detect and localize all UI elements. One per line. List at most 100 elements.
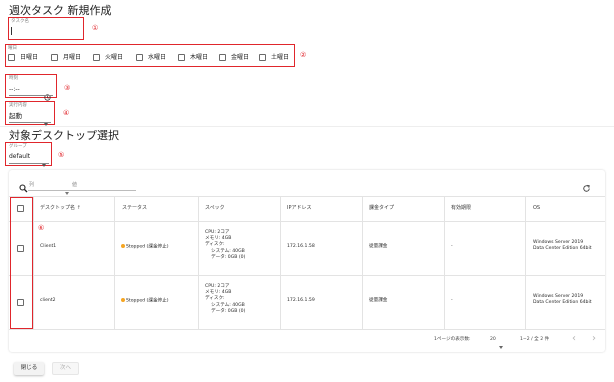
column-divider (525, 196, 526, 329)
next-button[interactable]: 次へ (52, 362, 79, 375)
checkbox[interactable] (178, 53, 185, 61)
section-title: 対象デスクトップ選択 (9, 129, 119, 142)
column-divider (33, 196, 34, 329)
table-border (9, 221, 605, 222)
time-underline (9, 95, 53, 96)
table-border (9, 275, 605, 276)
status-dot-icon (121, 298, 125, 302)
os-cell: Windows Server 2019 Data Center Edition … (533, 240, 592, 252)
action-select[interactable]: 起動 (9, 112, 22, 120)
time-input[interactable]: --:-- (9, 86, 20, 93)
chevron-down-icon[interactable] (65, 183, 69, 202)
next-page-button[interactable]: › (592, 333, 596, 345)
group-underline (9, 163, 49, 164)
checkbox[interactable] (51, 53, 58, 61)
close-button[interactable]: 閉じる (14, 362, 44, 375)
column-header-name[interactable]: デスクトップ名 ↑ (40, 205, 81, 212)
column-header-ip[interactable]: IPアドレス (287, 205, 312, 212)
desktop-name: client2 (40, 298, 56, 303)
spec-cell: CPU: 2コア メモリ: 4GB ディスク: システム: 40GB データ: … (205, 284, 245, 315)
column-header-status[interactable]: ステータス (122, 205, 147, 212)
table-card (9, 170, 605, 352)
column-header-billing[interactable]: 課金タイプ (369, 205, 394, 212)
prev-page-button[interactable]: ‹ (572, 333, 576, 345)
ip-address: 172.16.1.59 (287, 298, 315, 303)
os-edition: Data Center Edition 64bit (533, 246, 592, 252)
clock-icon[interactable] (44, 86, 51, 101)
os-edition: Data Center Edition 64bit (533, 300, 592, 306)
weekday-sun-label: 日曜日 (20, 54, 39, 61)
spec-data-disk: データ: 0GB (0) (211, 308, 246, 314)
weekday-fri[interactable]: 金曜日 (219, 53, 250, 62)
status-text: Stopped (課金停止) (126, 298, 169, 304)
action-label: 実行内容 (9, 103, 27, 108)
weekday-thu[interactable]: 木曜日 (178, 53, 209, 62)
table-border (9, 329, 605, 330)
task-name-label: タスク名 (11, 19, 29, 24)
weekday-tue-label: 火曜日 (105, 54, 124, 61)
sort-arrow-icon: ↑ (76, 205, 81, 211)
expiry: - (451, 244, 453, 249)
task-name-input[interactable] (11, 26, 82, 37)
rows-per-page-label: 1ページの表示数: (434, 337, 471, 342)
status-badge: Stopped (課金停止) (121, 244, 169, 251)
billing-type: 従量課金 (369, 298, 388, 303)
annotation-1: ① (92, 24, 99, 32)
pagination-range: 1−2 / 全 2 件 (520, 337, 550, 342)
weekday-thu-label: 木曜日 (190, 54, 209, 61)
filter-underline (28, 190, 136, 191)
checkbox[interactable] (259, 53, 266, 61)
column-header-label: デスクトップ名 (40, 205, 76, 211)
weekday-tue[interactable]: 火曜日 (93, 53, 124, 62)
weekday-sat-label: 土曜日 (271, 54, 290, 61)
filter-value-input[interactable]: 値 (72, 182, 77, 189)
column-divider (114, 196, 115, 329)
column-header-spec[interactable]: スペック (205, 205, 225, 212)
chevron-down-icon[interactable] (499, 337, 503, 356)
status-dot-icon (121, 244, 125, 248)
annotation-2: ② (300, 51, 307, 59)
refresh-icon[interactable] (582, 178, 591, 192)
spec-cell: CPU: 2コア メモリ: 4GB ディスク: システム: 40GB データ: … (205, 230, 245, 261)
billing-type: 従量課金 (369, 244, 388, 249)
expiry: - (451, 298, 453, 303)
weekday-label: 曜日 (8, 46, 17, 51)
column-header-expiry[interactable]: 有効期限 (451, 205, 471, 212)
annotation-5: ⑤ (58, 151, 65, 159)
filter-column-select[interactable]: 列 (29, 182, 34, 189)
action-underline (9, 122, 51, 123)
column-divider (362, 196, 363, 329)
status-badge: Stopped (課金停止) (121, 298, 169, 305)
group-label: グループ (9, 144, 27, 149)
column-divider (198, 196, 199, 329)
spec-system-disk: システム: 40GB (211, 248, 245, 254)
spec-system-disk: システム: 40GB (211, 302, 245, 308)
weekday-sun[interactable]: 日曜日 (8, 53, 39, 62)
annotation-4: ④ (63, 109, 70, 117)
checkbox[interactable] (93, 53, 100, 61)
page-title: 週次タスク 新規作成 (9, 4, 112, 17)
annotation-box-6 (10, 197, 33, 329)
group-select[interactable]: default (9, 153, 30, 161)
rows-per-page-select[interactable]: 20 (490, 337, 496, 343)
weekday-mon[interactable]: 月曜日 (51, 53, 82, 62)
checkbox[interactable] (136, 53, 143, 61)
weekday-wed-label: 水曜日 (148, 54, 167, 61)
weekday-sat[interactable]: 土曜日 (259, 53, 290, 62)
column-divider (280, 196, 281, 329)
ip-address: 172.16.1.58 (287, 244, 315, 249)
annotation-3: ③ (64, 84, 71, 92)
search-icon[interactable] (19, 178, 28, 193)
os-cell: Windows Server 2019 Data Center Edition … (533, 294, 592, 306)
time-label: 時刻 (9, 76, 18, 81)
status-text: Stopped (課金停止) (126, 244, 169, 250)
checkbox[interactable] (219, 53, 226, 61)
column-header-os[interactable]: OS (533, 205, 540, 212)
checkbox[interactable] (8, 53, 15, 61)
annotation-6: ⑥ (38, 224, 45, 232)
weekday-wed[interactable]: 水曜日 (136, 53, 167, 62)
section-divider (0, 126, 614, 127)
weekday-fri-label: 金曜日 (231, 54, 250, 61)
weekday-mon-label: 月曜日 (63, 54, 82, 61)
table-border (9, 196, 605, 197)
